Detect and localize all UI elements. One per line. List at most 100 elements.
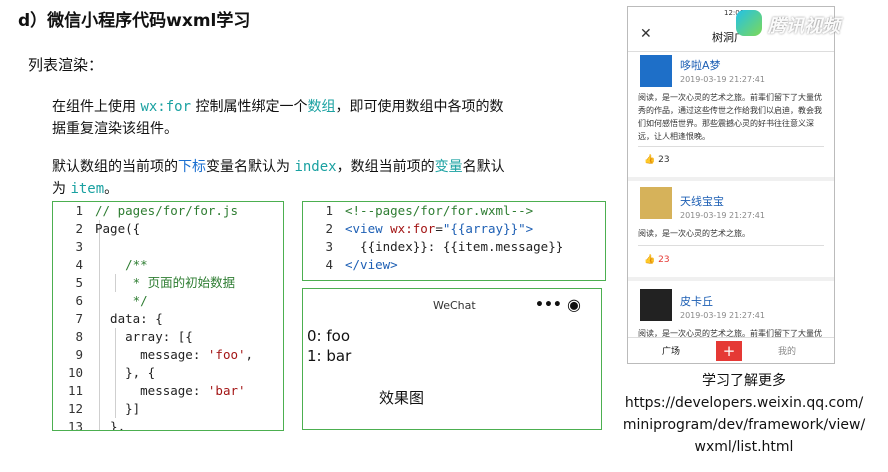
code-line: 9 message: 'foo',: [53, 346, 283, 364]
para2-code-2: item: [70, 181, 105, 197]
post-text: 阅读，是一次心灵的艺术之旅。前辈们留下了大量优秀: [638, 329, 822, 337]
line-number: 8: [75, 329, 83, 344]
post-author[interactable]: 哆啦A梦: [680, 57, 721, 73]
post-author[interactable]: 皮卡丘: [680, 293, 713, 309]
line-number: 6: [75, 293, 83, 308]
learn-more-url-3[interactable]: wxml/list.html: [600, 436, 888, 458]
para2-highlight-1: 下标: [178, 159, 206, 175]
code-line: 12 }]: [53, 400, 283, 418]
code-line: 3 {{index}}: {{item.message}}: [303, 238, 605, 256]
phone-mockup: 12:00 ✕ 树洞广 哆啦A梦 2019-03-19 21:27:41 阅读，…: [627, 6, 835, 364]
code-text: data: {: [95, 311, 163, 326]
code-text: message: 'bar': [95, 383, 246, 398]
learn-more-url-2[interactable]: miniprogram/dev/framework/view/: [600, 414, 888, 436]
learn-more-url-1[interactable]: https://developers.weixin.qq.com/: [600, 392, 888, 414]
para1-code: wx:for: [140, 99, 192, 115]
para1-line2: 据重复渲染该组件。: [52, 121, 178, 137]
para1-text-b: 控制属性绑定一个: [191, 99, 308, 115]
tencent-video-logo-icon: [736, 10, 762, 36]
code-line: 11 message: 'bar': [53, 382, 283, 400]
code-text: message: 'foo',: [95, 347, 254, 362]
line-number: 2: [75, 221, 83, 236]
post-date: 2019-03-19 21:27:41: [680, 311, 765, 320]
para2-code-1: index: [294, 159, 337, 175]
line-number: 3: [75, 239, 83, 254]
preview-panel: WeChat ••• ◉ 0: foo 1: bar 效果图: [302, 288, 602, 430]
para2-text-d: 名默认: [462, 159, 505, 175]
avatar: [640, 289, 672, 321]
tab-square[interactable]: 广场: [662, 344, 680, 357]
like-button[interactable]: 👍 23: [644, 155, 670, 165]
code-line: 7 data: {: [53, 310, 283, 328]
para1-text-a: 在组件上使用: [52, 99, 141, 115]
code-tag-end: >: [525, 221, 534, 236]
tab-mine[interactable]: 我的: [778, 344, 796, 357]
code-value: "{{array}}": [442, 221, 526, 236]
code-text: Page({: [95, 221, 141, 236]
para2-highlight-2: 变量: [434, 159, 463, 175]
close-icon[interactable]: ✕: [640, 26, 652, 42]
paragraph-2: 默认数组的当前项的下标变量名默认为 index，数组当前项的变量名默认 为 it…: [52, 156, 612, 200]
para2-line2-b: 。: [104, 181, 119, 197]
para2-text-b: 变量名默认为: [206, 159, 295, 175]
line-number: 11: [67, 383, 83, 398]
code-text: }, {: [95, 365, 156, 380]
list-item: 1: bar: [307, 347, 352, 365]
like-button[interactable]: 👍 23: [644, 255, 670, 265]
line-number: 3: [325, 239, 333, 254]
line-number: 13: [67, 419, 83, 431]
code-block-js: 1// pages/for/for.js 2 Page({3 4 /** 5 * 页面的…: [52, 201, 284, 431]
like-count: 23: [658, 155, 670, 165]
code-text: {{index}}: {{item.message}}: [345, 239, 564, 254]
code-text: </view>: [345, 257, 398, 272]
code-line: 8 array: [{: [53, 328, 283, 346]
code-line: 3: [53, 238, 283, 256]
code-line: 2 <view wx:for="{{array}}">: [303, 220, 605, 238]
code-text: */: [95, 293, 148, 308]
code-block-wxml: 1 <!--pages/for/for.wxml--> 2 <view wx:for…: [302, 201, 606, 281]
thumb-icon: 👍: [644, 255, 656, 265]
avatar: [640, 55, 672, 87]
tab-bar: 广场 + 我的: [628, 337, 834, 363]
code-lines: 1// pages/for/for.js 2 Page({3 4 /** 5 * 页面的…: [53, 202, 283, 431]
code-line: 1 <!--pages/for/for.wxml-->: [303, 202, 605, 220]
code-tag: <view: [345, 221, 391, 236]
post-author[interactable]: 天线宝宝: [680, 193, 724, 209]
line-number: 9: [75, 347, 83, 362]
post-date: 2019-03-19 21:27:41: [680, 75, 765, 84]
code-text: * 页面的初始数据: [95, 275, 236, 290]
code-line: 2 Page({: [53, 220, 283, 238]
code-line: 4 /**: [53, 256, 283, 274]
line-number: 10: [67, 365, 83, 380]
code-attr: wx:for: [390, 221, 436, 236]
post-text: 阅读，是一次心灵的艺术之旅。前辈们留下了大量优秀的作品，通过这些传世之作给我们以…: [638, 93, 822, 141]
add-post-button[interactable]: +: [716, 341, 742, 361]
paragraph-1: 在组件上使用 wx:for 控制属性绑定一个数组，即可使用数组中各项的数 据重复…: [52, 96, 612, 140]
watermark-text: 腾讯视频: [768, 16, 840, 37]
record-icon[interactable]: ◉: [567, 295, 581, 314]
post-text: 阅读，是一次心灵的艺术之旅。: [638, 229, 750, 238]
code-line: 10 }, {: [53, 364, 283, 382]
code-line: 13 },: [53, 418, 283, 431]
para1-highlight: 数组: [307, 99, 336, 115]
para2-text-a: 默认数组的当前项的: [52, 159, 178, 175]
code-line: 6 */: [53, 292, 283, 310]
line-number: 1: [325, 203, 333, 218]
more-dots-icon[interactable]: •••: [535, 297, 562, 313]
preview-caption: 效果图: [379, 389, 425, 407]
code-eq: =: [435, 221, 443, 236]
divider: [638, 146, 824, 147]
line-number: 4: [325, 257, 333, 272]
learn-more-title: 学习了解更多: [702, 373, 786, 389]
slide-title: d）微信小程序代码wxml学习: [18, 11, 251, 31]
learn-more-text: 学习了解更多 https://developers.weixin.qq.com/…: [600, 370, 888, 458]
list-item: 0: foo: [307, 327, 351, 345]
line-number: 4: [75, 257, 83, 272]
code-text: },: [95, 419, 126, 431]
avatar: [640, 187, 672, 219]
code-line: 4 </view>: [303, 256, 605, 274]
code-text: /**: [95, 257, 148, 272]
code-text: array: [{: [95, 329, 193, 344]
line-number: 2: [325, 221, 333, 236]
line-number: 7: [75, 311, 83, 326]
